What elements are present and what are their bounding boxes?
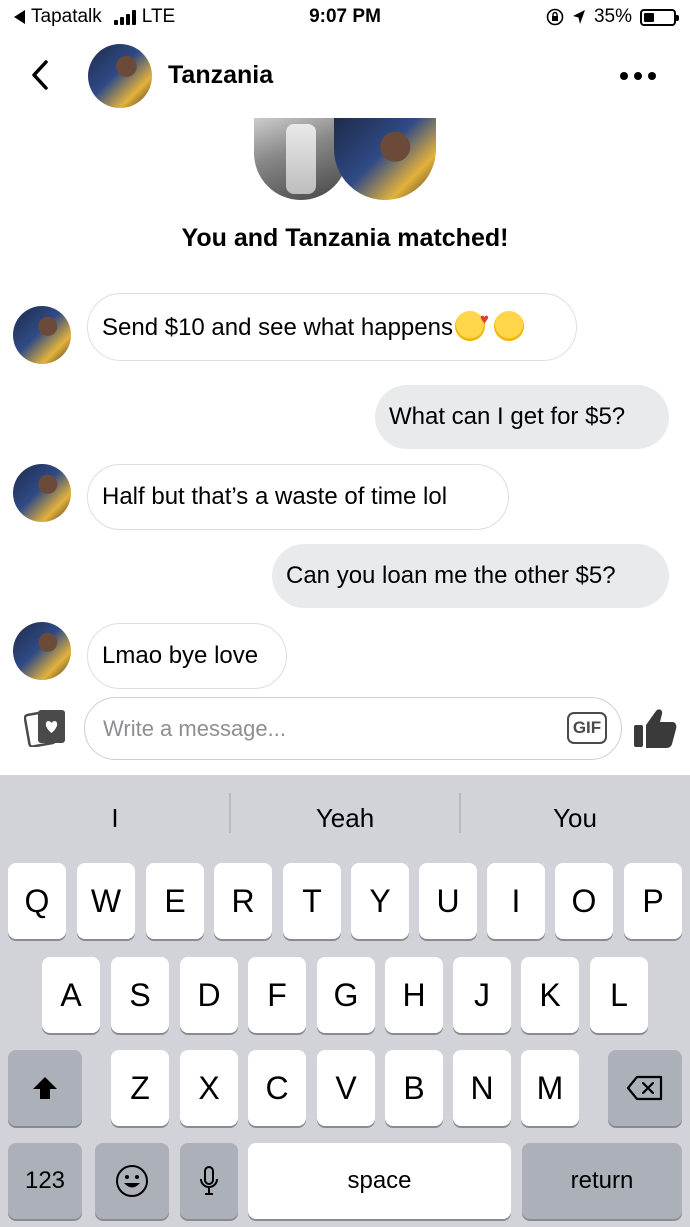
- emoji-smiley-icon: [116, 1165, 148, 1197]
- predictive-bar: I Yeah You: [0, 775, 690, 861]
- key-p[interactable]: P: [624, 863, 682, 939]
- backspace-key[interactable]: [608, 1050, 682, 1126]
- shift-key[interactable]: [8, 1050, 82, 1126]
- gif-button[interactable]: GIF: [567, 712, 607, 744]
- microphone-icon: [200, 1166, 218, 1195]
- numbers-key[interactable]: 123: [8, 1143, 82, 1219]
- battery-percent: 35%: [593, 6, 632, 27]
- space-key[interactable]: space: [248, 1143, 511, 1219]
- key-h[interactable]: H: [385, 957, 443, 1033]
- key-m[interactable]: M: [521, 1050, 579, 1126]
- key-l[interactable]: L: [590, 957, 648, 1033]
- key-k[interactable]: K: [521, 957, 579, 1033]
- battery-icon: [640, 8, 679, 26]
- key-o[interactable]: O: [555, 863, 613, 939]
- dictation-key[interactable]: [180, 1143, 238, 1219]
- smiling-face-with-hearts-icon: [454, 305, 489, 341]
- message-avatar[interactable]: [13, 464, 71, 522]
- message-text: What can I get for $5?: [389, 403, 626, 430]
- back-chevron-icon[interactable]: [28, 58, 52, 92]
- key-b[interactable]: B: [385, 1050, 443, 1126]
- key-n[interactable]: N: [453, 1050, 511, 1126]
- thumbs-up-icon[interactable]: [632, 705, 678, 751]
- key-a[interactable]: A: [42, 957, 100, 1033]
- key-j[interactable]: J: [453, 957, 511, 1033]
- rotation-lock-icon: [546, 8, 564, 26]
- profile-card-icon[interactable]: [24, 707, 68, 747]
- key-x[interactable]: X: [180, 1050, 238, 1126]
- relieved-face-icon: [493, 311, 524, 341]
- keyboard: I Yeah You Q W E R T Y U I O P A S D F G…: [0, 775, 690, 1227]
- key-d[interactable]: D: [180, 957, 238, 1033]
- message-bubble-incoming: Send $10 and see what happens: [87, 293, 577, 361]
- match-photos: [254, 118, 438, 202]
- shift-arrow-icon: [33, 1077, 57, 1099]
- message-bubble-outgoing: Can you loan me the other $5?: [272, 544, 669, 608]
- status-bar: Tapatalk LTE 9:07 PM 35%: [0, 0, 690, 36]
- key-i[interactable]: I: [487, 863, 545, 939]
- suggestion-2[interactable]: Yeah: [230, 803, 460, 834]
- key-q[interactable]: Q: [8, 863, 66, 939]
- message-input[interactable]: [103, 714, 523, 744]
- key-v[interactable]: V: [317, 1050, 375, 1126]
- message-text: Send $10 and see what happens: [102, 314, 453, 341]
- backspace-icon: [626, 1075, 663, 1101]
- chat-header: Tanzania: [0, 36, 690, 118]
- key-t[interactable]: T: [283, 863, 341, 939]
- key-u[interactable]: U: [419, 863, 477, 939]
- match-profile-photo: [334, 118, 436, 200]
- message-bubble-outgoing: What can I get for $5?: [375, 385, 669, 449]
- key-c[interactable]: C: [248, 1050, 306, 1126]
- message-avatar[interactable]: [13, 622, 71, 680]
- suggestion-3[interactable]: You: [460, 803, 690, 834]
- message-compose-box[interactable]: GIF: [84, 697, 622, 760]
- key-y[interactable]: Y: [351, 863, 409, 939]
- more-options-icon[interactable]: [620, 72, 656, 80]
- message-bubble-incoming: Half but that’s a waste of time lol: [87, 464, 509, 530]
- key-e[interactable]: E: [146, 863, 204, 939]
- message-bubble-incoming: Lmao bye love: [87, 623, 287, 689]
- key-w[interactable]: W: [77, 863, 135, 939]
- location-icon: [572, 10, 585, 24]
- suggestion-1[interactable]: I: [0, 803, 230, 834]
- contact-name[interactable]: Tanzania: [168, 61, 273, 90]
- key-g[interactable]: G: [317, 957, 375, 1033]
- key-z[interactable]: Z: [111, 1050, 169, 1126]
- key-r[interactable]: R: [214, 863, 272, 939]
- emoji-key[interactable]: [95, 1143, 169, 1219]
- status-right: 35%: [546, 6, 679, 28]
- key-s[interactable]: S: [111, 957, 169, 1033]
- key-f[interactable]: F: [248, 957, 306, 1033]
- message-text: Can you loan me the other $5?: [286, 562, 616, 589]
- message-avatar[interactable]: [13, 306, 71, 364]
- message-text: Half but that’s a waste of time lol: [102, 483, 448, 510]
- match-title: You and Tanzania matched!: [181, 224, 509, 252]
- return-key[interactable]: return: [522, 1143, 682, 1219]
- contact-avatar[interactable]: [88, 44, 152, 108]
- message-text: Lmao bye love: [102, 642, 259, 669]
